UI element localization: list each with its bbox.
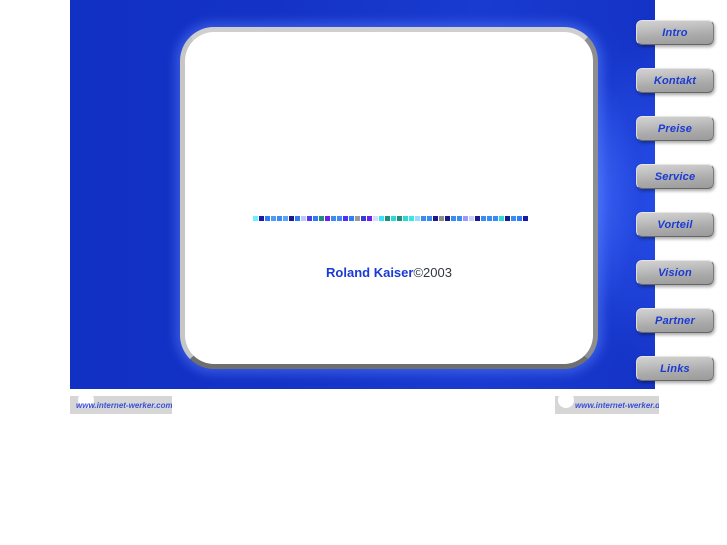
footer-url-left[interactable]: www.internet-werker.com (74, 401, 172, 414)
divider-dot (343, 216, 348, 221)
divider-dot (499, 216, 504, 221)
footer-badge-left[interactable]: www.internet-werker.com (70, 396, 172, 414)
footer-url-right[interactable]: www.internet-werker.de (559, 401, 659, 414)
nav-button-label: Kontakt (653, 74, 697, 87)
nav-button-service[interactable]: Service (636, 164, 714, 189)
divider-dot (487, 216, 492, 221)
content-frame-surface: Roland Kaiser©2003 (180, 27, 598, 369)
divider-dot (307, 216, 312, 221)
decorative-dotted-rule (253, 214, 531, 223)
nav-button-partner[interactable]: Partner (636, 308, 714, 333)
divider-dot (517, 216, 522, 221)
content-frame: Roland Kaiser©2003 (180, 27, 598, 369)
blue-background-panel: Roland Kaiser©2003 Intro Kontakt Preise Ser… (70, 0, 714, 389)
divider-dot (337, 216, 342, 221)
divider-dot (325, 216, 330, 221)
copyright-line: Roland Kaiser©2003 (185, 265, 593, 281)
divider-dot (421, 216, 426, 221)
divider-dot (397, 216, 402, 221)
divider-dot (331, 216, 336, 221)
divider-dot (475, 216, 480, 221)
divider-dot (355, 216, 360, 221)
nav-button-preise[interactable]: Preise (636, 116, 714, 141)
divider-dot (523, 216, 528, 221)
divider-dot (451, 216, 456, 221)
nav-button-vorteil[interactable]: Vorteil (636, 212, 714, 237)
divider-dot (445, 216, 450, 221)
page-root: Roland Kaiser©2003 Intro Kontakt Preise Ser… (0, 0, 727, 545)
divider-dot (379, 216, 384, 221)
main-navigation: Intro Kontakt Preise Service Vorteil Vision Pa… (636, 0, 714, 389)
divider-dot (313, 216, 318, 221)
nav-button-label: Links (660, 362, 690, 375)
divider-dot (493, 216, 498, 221)
divider-dot (511, 216, 516, 221)
divider-dot (301, 216, 306, 221)
divider-dot (463, 216, 468, 221)
nav-button-vision[interactable]: Vision (636, 260, 714, 285)
nav-button-kontakt[interactable]: Kontakt (636, 68, 714, 93)
nav-button-label: Vision (658, 266, 692, 279)
divider-dot (433, 216, 438, 221)
divider-dot (427, 216, 432, 221)
divider-dot (367, 216, 372, 221)
divider-dot (403, 216, 408, 221)
nav-button-intro[interactable]: Intro (636, 20, 714, 45)
nav-button-label: Vorteil (657, 218, 693, 231)
divider-dot (361, 216, 366, 221)
divider-dot (385, 216, 390, 221)
copyright-name: Roland Kaiser (326, 265, 414, 280)
divider-dot (373, 216, 378, 221)
divider-dot (457, 216, 462, 221)
divider-dot (481, 216, 486, 221)
divider-dot (271, 216, 276, 221)
divider-dot (283, 216, 288, 221)
divider-dot (439, 216, 444, 221)
divider-dot (319, 216, 324, 221)
divider-dot (469, 216, 474, 221)
footer-badge-right[interactable]: www.internet-werker.de (555, 396, 659, 414)
divider-dot (415, 216, 420, 221)
divider-dot (391, 216, 396, 221)
divider-dot (295, 216, 300, 221)
divider-dot (289, 216, 294, 221)
divider-dot (505, 216, 510, 221)
nav-button-label: Partner (655, 314, 695, 327)
nav-button-links[interactable]: Links (636, 356, 714, 381)
nav-button-label: Service (654, 170, 696, 183)
copyright-year: ©2003 (413, 265, 452, 280)
nav-button-label: Preise (657, 122, 693, 135)
divider-dot (277, 216, 282, 221)
divider-dot (253, 216, 258, 221)
divider-dot (259, 216, 264, 221)
divider-dot (349, 216, 354, 221)
nav-button-label: Intro (662, 26, 688, 39)
divider-dot (265, 216, 270, 221)
divider-dot (409, 216, 414, 221)
